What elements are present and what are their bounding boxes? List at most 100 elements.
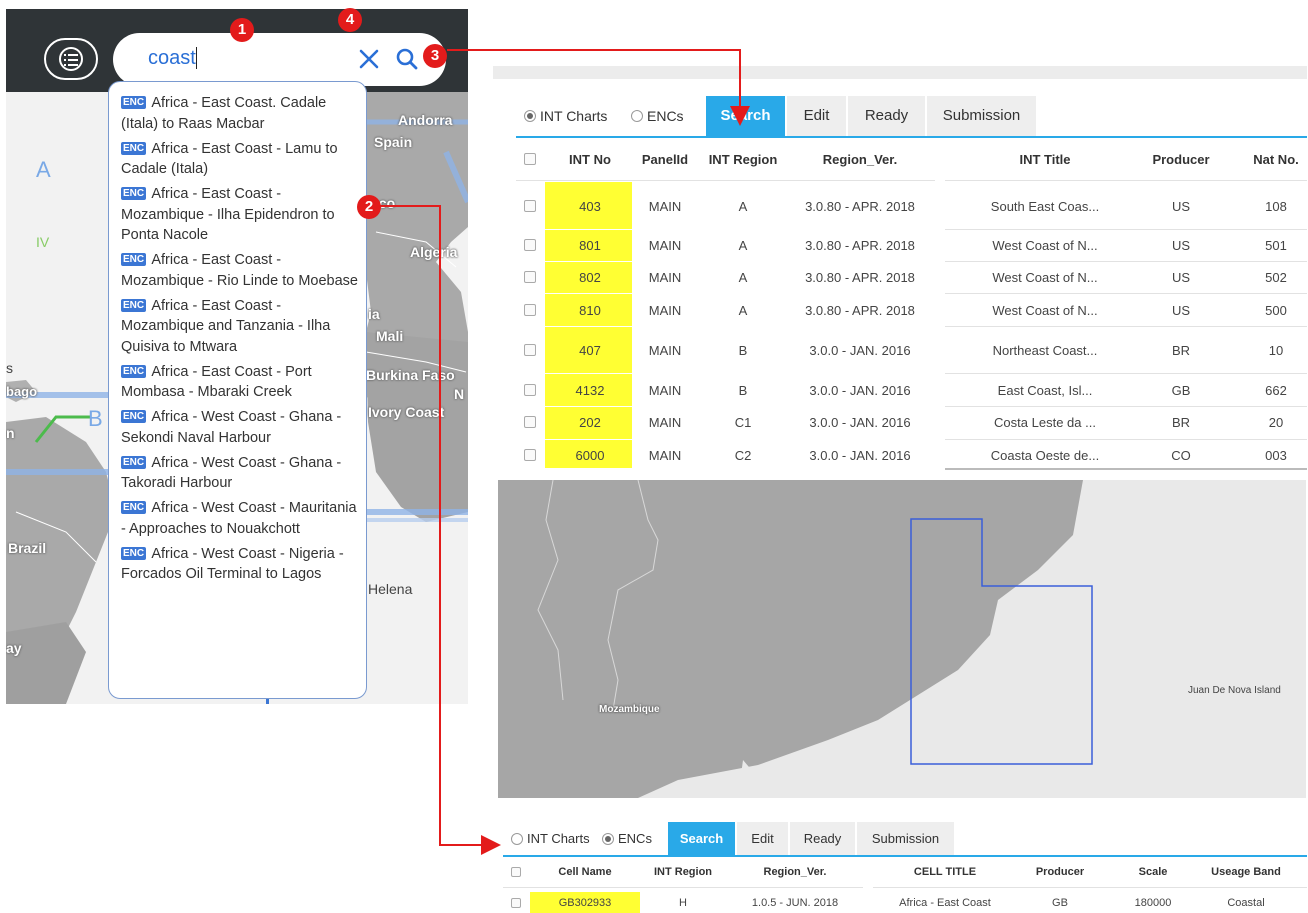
col-int-region[interactable]: INT Region (700, 152, 786, 167)
suggestion-item[interactable]: ENC Africa - West Coast - Ghana - Takora… (121, 453, 361, 494)
search-icon[interactable] (395, 47, 419, 71)
enc-tab-ready[interactable]: Ready (790, 822, 856, 856)
cell-int-region: C1 (734, 415, 752, 430)
row-checkbox[interactable] (524, 271, 536, 283)
map-label-s: s (6, 360, 13, 376)
col-region-ver[interactable]: Region_Ver. (795, 152, 925, 167)
enc-tab-search[interactable]: Search (668, 822, 736, 856)
cell-int-title: Northeast Coast... (992, 343, 1098, 358)
cell-cell-name[interactable]: GB302933 (545, 897, 625, 909)
cell-int-no[interactable]: 202 (550, 415, 630, 430)
radio-unselected-icon (631, 110, 643, 122)
enc-tag: ENC (121, 187, 147, 200)
suggestion-item[interactable]: ENC Africa - East Coast - Port Mombasa -… (121, 362, 361, 403)
cell-panelid: MAIN (648, 238, 682, 253)
col-scale[interactable]: Scale (1118, 866, 1188, 878)
map-label-n-left: n (6, 425, 15, 441)
suggestion-label: Africa - East Coast. Cadale (Itala) to R… (121, 95, 327, 132)
map-label-ay: ay (6, 640, 22, 656)
map-label-brazil: Brazil (8, 540, 47, 556)
cell-int-no[interactable]: 4132 (550, 383, 630, 398)
row-checkbox[interactable] (511, 898, 521, 908)
suggestion-item[interactable]: ENC Africa - West Coast - Nigeria - Forc… (121, 544, 361, 585)
col-panelid[interactable]: PanelId (635, 152, 695, 167)
tab-edit[interactable]: Edit (787, 96, 847, 136)
search-query-text: coast (148, 47, 196, 69)
col-producer[interactable]: Producer (1025, 866, 1095, 878)
menu-button[interactable] (44, 38, 98, 80)
suggestion-item[interactable]: ENC Africa - East Coast. Cadale (Itala) … (121, 93, 361, 134)
cell-panelid: MAIN (648, 383, 682, 398)
cell-int-title: West Coast of N... (992, 303, 1098, 318)
col-region-ver[interactable]: Region_Ver. (740, 866, 850, 878)
chart-preview-map[interactable]: Mozambique Juan De Nova Island (498, 480, 1306, 798)
col-int-no[interactable]: INT No (550, 152, 630, 167)
cell-region-ver: 3.0.0 - JAN. 2016 (809, 383, 911, 398)
enc-select-all-checkbox[interactable] (511, 867, 521, 877)
cell-int-no[interactable]: 403 (550, 199, 630, 214)
col-int-region[interactable]: INT Region (648, 866, 718, 878)
cell-panelid: MAIN (648, 303, 682, 318)
cell-int-region: B (738, 383, 748, 398)
tab-ready[interactable]: Ready (848, 96, 926, 136)
cell-region-ver: 3.0.80 - APR. 2018 (805, 238, 915, 253)
cell-region-ver: 3.0.0 - JAN. 2016 (809, 415, 911, 430)
map-label-spain: Spain (374, 134, 413, 150)
radio-int-charts[interactable]: INT Charts (524, 108, 607, 124)
row-checkbox[interactable] (524, 304, 536, 316)
map-label-n: N (454, 386, 465, 402)
cell-int-no[interactable]: 801 (550, 238, 630, 253)
suggestion-item[interactable]: ENC Africa - East Coast - Mozambique - R… (121, 250, 361, 291)
suggestion-item[interactable]: ENC Africa - East Coast - Lamu to Cadale… (121, 139, 361, 180)
enc-tab-underline (503, 855, 1307, 857)
cell-int-title: West Coast of N... (992, 270, 1098, 285)
cell-panelid: MAIN (648, 343, 682, 358)
col-nat-no[interactable]: Nat No. (1245, 152, 1307, 167)
radio-encs[interactable]: ENCs (631, 108, 684, 124)
cell-int-title: Costa Leste da ... (994, 415, 1096, 430)
search-input[interactable]: coast (113, 33, 446, 86)
cell-int-title: South East Coas... (990, 199, 1100, 214)
enc-tag: ENC (121, 546, 147, 560)
suggestion-item[interactable]: ENC Africa - East Coast - Mozambique and… (121, 296, 361, 358)
tab-submission[interactable]: Submission (927, 96, 1037, 136)
cell-panelid: MAIN (648, 415, 682, 430)
annotation-badge-3: 3 (423, 44, 447, 68)
cell-int-no[interactable]: 810 (550, 303, 630, 318)
col-producer[interactable]: Producer (1150, 152, 1212, 167)
cell-int-no[interactable]: 407 (550, 343, 630, 358)
row-checkbox[interactable] (524, 344, 536, 356)
cell-producer: BR (1171, 343, 1191, 358)
map-label-mozambique: Mozambique (599, 704, 660, 715)
enc-tab-submission[interactable]: Submission (857, 822, 955, 856)
col-useage-band[interactable]: Useage Band (1205, 866, 1287, 878)
radio-selected-icon (602, 832, 614, 845)
close-icon[interactable] (357, 47, 381, 71)
cell-region-ver: 3.0.80 - APR. 2018 (805, 303, 915, 318)
enc-radio-encs[interactable]: ENCs (602, 831, 652, 846)
cell-int-title: West Coast of N... (992, 238, 1098, 253)
cell-int-no[interactable]: 6000 (550, 448, 630, 463)
row-checkbox[interactable] (524, 200, 536, 212)
col-cell-title[interactable]: CELL TITLE (885, 866, 1005, 878)
col-cell-name[interactable]: Cell Name (545, 866, 625, 878)
cell-nat-no: 501 (1265, 238, 1287, 253)
col-int-title[interactable]: INT Title (980, 152, 1110, 167)
row-checkbox[interactable] (524, 384, 536, 396)
row-checkbox[interactable] (524, 239, 536, 251)
tab-search[interactable]: Search (706, 96, 786, 136)
enc-tab-edit[interactable]: Edit (737, 822, 789, 856)
cell-int-region: A (738, 238, 748, 253)
cell-int-no[interactable]: 802 (550, 270, 630, 285)
enc-radio-int-charts[interactable]: INT Charts (511, 831, 590, 846)
row-checkbox[interactable] (524, 416, 536, 428)
suggestion-item[interactable]: ENC Africa - West Coast - Ghana - Sekond… (121, 407, 361, 448)
select-all-checkbox[interactable] (524, 153, 536, 165)
suggestion-item[interactable]: ENC Africa - West Coast - Mauritania - A… (121, 498, 361, 539)
map-label-zone-b: B (88, 406, 103, 431)
text-caret (196, 47, 197, 69)
suggestion-item[interactable]: ENC Africa - East Coast - Mozambique - I… (121, 184, 361, 246)
cell-producer: CO (1171, 448, 1191, 463)
row-checkbox[interactable] (524, 449, 536, 461)
cell-producer: GB (1052, 897, 1068, 909)
